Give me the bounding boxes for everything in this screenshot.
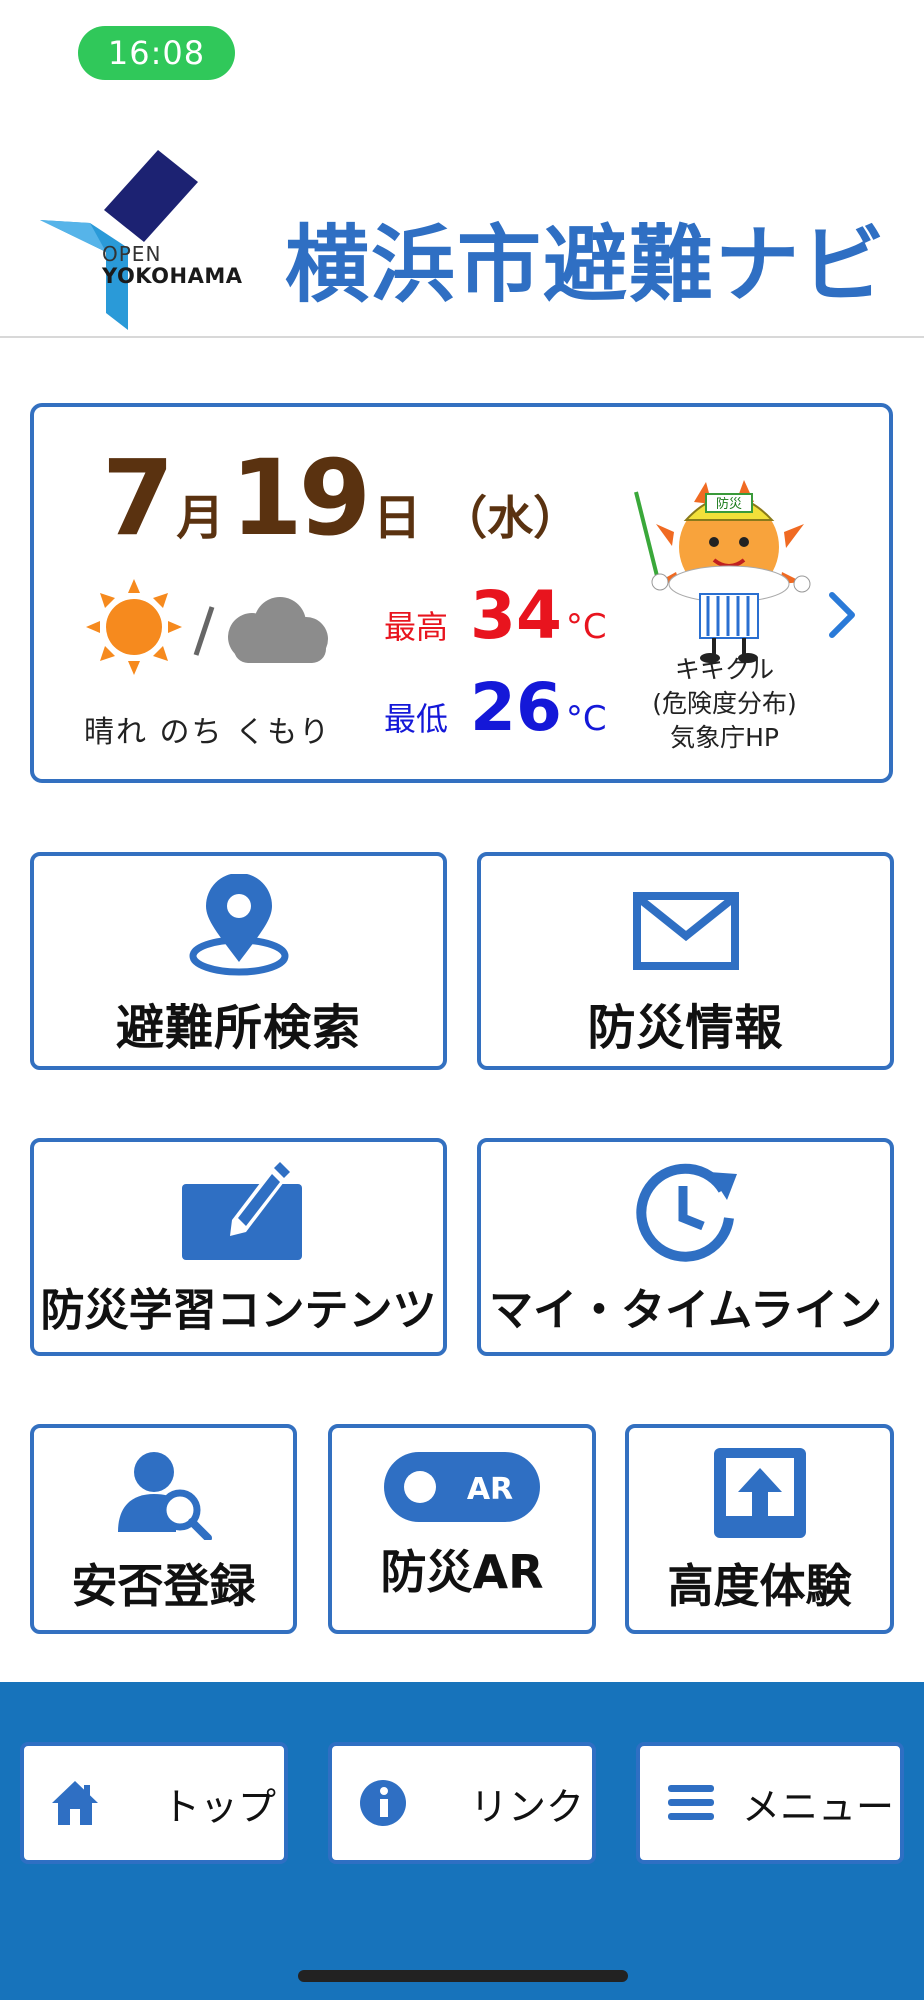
app-screen: 16:08 OPEN YOKOHAMA 横浜市避難ナビ 7 月 19 日 （水）	[0, 0, 924, 2000]
weather-card[interactable]: 7 月 19 日 （水） 晴れ のち くもり 最高 34 °C 最低 26 °C…	[30, 403, 893, 783]
date-weekday: （水）	[441, 491, 580, 545]
kikikuru-link-text[interactable]: キキクル (危険度分布) 気象庁HP	[642, 653, 807, 754]
upload-box-icon	[713, 1448, 806, 1538]
shelter-search-button[interactable]: 避難所検索	[30, 852, 447, 1070]
bottom-navigation: トップ リンク メニュー	[0, 1682, 924, 2000]
chevron-right-icon[interactable]	[824, 587, 860, 643]
mascot-icon: 防災	[634, 480, 811, 663]
home-icon	[52, 1781, 98, 1825]
weather-date: 7 月 19 日 （水）	[102, 437, 579, 559]
slash-divider	[193, 606, 215, 656]
home-indicator[interactable]	[298, 1970, 628, 1982]
learning-contents-button[interactable]: 防災学習コンテンツ	[30, 1138, 447, 1356]
nav-menu-button[interactable]: メニュー	[636, 1742, 904, 1864]
mascot-badge-text: 防災	[716, 496, 742, 512]
kikikuru-line2: (危険度分布)	[652, 688, 797, 718]
date-month-unit: 月	[176, 490, 225, 546]
disaster-ar-label: 防災AR	[380, 1545, 544, 1599]
hamburger-menu-icon	[668, 1785, 714, 1820]
safety-registration-label: 安否登録	[71, 1559, 256, 1613]
temp-high-unit: °C	[565, 607, 607, 647]
nav-link-label: リンク	[470, 1784, 585, 1829]
temp-low-value: 26	[470, 669, 562, 746]
app-header: OPEN YOKOHAMA 横浜市避難ナビ	[0, 120, 924, 338]
tablet-pen-icon	[181, 1162, 302, 1260]
date-day: 19	[230, 437, 371, 559]
date-day-unit: 日	[373, 490, 422, 546]
temp-low-unit: °C	[565, 699, 607, 739]
open-yokohama-logo-icon	[40, 150, 198, 330]
logo-yokohama-text: YOKOHAMA	[102, 264, 243, 288]
altitude-experience-label: 高度体験	[667, 1559, 852, 1613]
info-icon	[360, 1780, 406, 1826]
status-time: 16:08	[107, 34, 206, 72]
nav-link-button[interactable]: リンク	[328, 1742, 596, 1864]
logo-open-text: OPEN	[102, 242, 162, 266]
mail-icon	[632, 892, 739, 970]
temp-high-value: 34	[470, 577, 562, 654]
altitude-experience-button[interactable]: 高度体験	[625, 1424, 894, 1634]
weather-condition-text: 晴れ のち くもり	[84, 715, 332, 750]
status-time-pill: 16:08	[78, 26, 235, 80]
my-timeline-label: マイ・タイムライン	[489, 1285, 882, 1336]
nav-top-label: トップ	[162, 1784, 277, 1829]
user-search-icon	[117, 1452, 212, 1540]
kikikuru-line3: 気象庁HP	[670, 722, 779, 752]
sun-icon	[86, 579, 182, 675]
app-title: 横浜市避難ナビ	[285, 216, 888, 314]
temp-high-label: 最高	[384, 608, 449, 646]
my-timeline-button[interactable]: マイ・タイムライン	[477, 1138, 894, 1356]
temp-low: 最低 26 °C	[384, 669, 607, 746]
kikikuru-line1: キキクル	[674, 655, 775, 684]
date-month: 7	[102, 437, 174, 559]
map-pin-icon	[189, 874, 288, 976]
nav-menu-label: メニュー	[742, 1784, 895, 1829]
ar-badge-text: AR	[467, 1472, 513, 1507]
logo-wordmark: OPEN YOKOHAMA	[102, 242, 243, 288]
disaster-info-button[interactable]: 防災情報	[477, 852, 894, 1070]
clock-refresh-icon	[635, 1163, 737, 1262]
weather-condition-icons	[86, 579, 328, 675]
disaster-ar-button[interactable]: AR 防災AR	[328, 1424, 596, 1634]
temp-high: 最高 34 °C	[384, 577, 607, 654]
disaster-info-label: 防災情報	[587, 1000, 784, 1056]
safety-registration-button[interactable]: 安否登録	[30, 1424, 297, 1634]
ar-toggle-icon: AR	[384, 1452, 540, 1522]
cloud-icon	[228, 597, 328, 663]
temp-low-label: 最低	[384, 700, 449, 738]
shelter-search-label: 避難所検索	[115, 1000, 361, 1056]
nav-top-button[interactable]: トップ	[20, 1742, 288, 1864]
learning-contents-label: 防災学習コンテンツ	[40, 1285, 437, 1336]
